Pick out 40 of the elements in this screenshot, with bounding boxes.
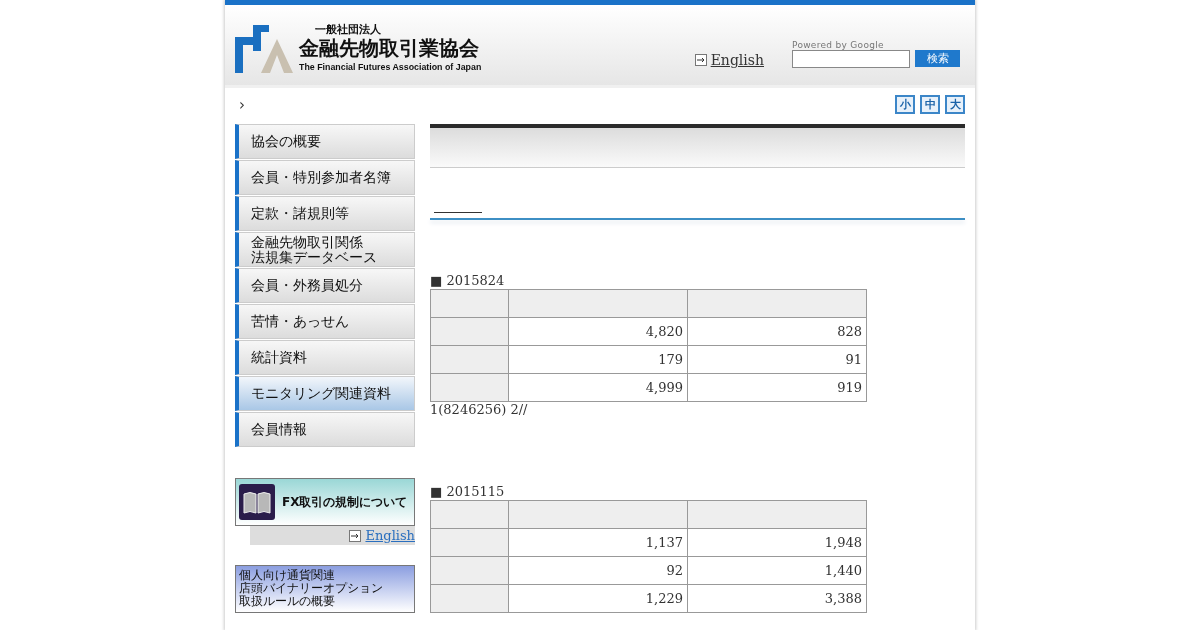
sidebar-item[interactable]: 会員・外務員処分 (235, 268, 415, 303)
sidebar-item[interactable]: 協会の概要 (235, 124, 415, 159)
table-cell: 3,388 (687, 584, 867, 613)
section-heading: ■ 2015824 (430, 273, 506, 289)
sidebar-item[interactable]: 定款・諸規則等 (235, 196, 415, 231)
book-icon (239, 484, 275, 520)
font-size-button[interactable]: 小 (895, 95, 915, 114)
binary-option-banner[interactable]: 個人向け通貨関連 店頭バイナリーオプション 取扱ルールの概要 (235, 565, 415, 613)
sidebar-item[interactable]: 苦情・あっせん (235, 304, 415, 339)
org-name-text: 金融先物取引業協会 (299, 36, 480, 60)
section-heading: ■ 2015115 (430, 484, 506, 500)
org-type-text: 一般社団法人 (314, 23, 382, 36)
table-cell: 91 (687, 345, 867, 374)
table-cell: 828 (687, 317, 867, 346)
sidebar-item[interactable]: 統計資料 (235, 340, 415, 375)
table-cell: 4,820 (508, 317, 688, 346)
fx-regulation-banner[interactable]: FX取引の規制について (235, 478, 415, 526)
logo-icon (235, 25, 293, 73)
table-cell: 179 (508, 345, 688, 374)
powered-by-text: Powered by Google (792, 40, 885, 50)
sidebar-item[interactable]: モニタリング関連資料 (235, 376, 415, 411)
sidebar-item[interactable]: 会員情報 (235, 412, 415, 447)
table-cell: 1,137 (508, 528, 688, 557)
font-size-button[interactable]: 中 (920, 95, 940, 114)
arrow-icon (694, 54, 707, 66)
table-cell: 1,948 (687, 528, 867, 557)
search-button[interactable]: 検索 (915, 50, 960, 67)
table-cell: 1,440 (687, 556, 867, 585)
sidebar-item[interactable]: 金融先物取引関係 法規集データベース (235, 232, 415, 267)
table-cell: 1,229 (508, 584, 688, 613)
table-cell: 92 (508, 556, 688, 585)
english-link[interactable]: English (710, 52, 764, 68)
table-cell: 919 (687, 373, 867, 402)
font-size-button[interactable]: 大 (945, 95, 965, 114)
breadcrumb-separator: › (239, 95, 245, 114)
table-note: 1(8246256) 2// (430, 402, 529, 418)
org-english-name: The Financial Futures Association of Japan (299, 60, 482, 73)
table-cell: 4,999 (508, 373, 688, 402)
sidebar-item[interactable]: 会員・特別参加者名簿 (235, 160, 415, 195)
search-field[interactable] (792, 50, 910, 68)
